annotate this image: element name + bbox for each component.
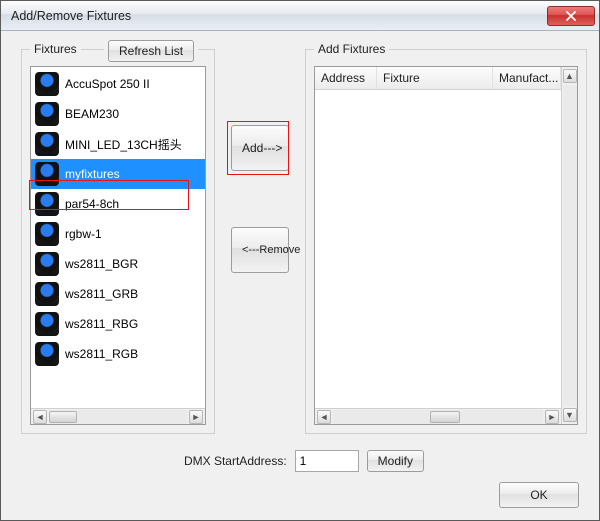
list-item-label: ws2811_RBG [65,317,138,331]
fixture-icon [35,102,59,126]
fixture-icon [35,252,59,276]
fixture-icon [35,162,59,186]
fixture-icon [35,342,59,366]
list-item[interactable]: ws2811_RBG [31,309,205,339]
client-area: Fixtures Refresh List AccuSpot 250 II BEA… [1,31,599,520]
list-item[interactable]: myfixtures [31,159,205,189]
list-item-label: ws2811_RGB [65,347,138,361]
fixtures-hscrollbar[interactable]: ◄ ► [31,408,205,424]
list-item[interactable]: rgbw-1 [31,219,205,249]
list-item-label: par54-8ch [65,197,119,211]
fixture-icon [35,282,59,306]
ok-button[interactable]: OK [499,482,579,508]
fixture-icon [35,312,59,336]
scroll-up-icon[interactable]: ▲ [563,69,577,83]
add-button[interactable]: Add---> [231,125,289,171]
col-manufacturer[interactable]: Manufact... [493,67,561,89]
dmx-label: DMX StartAddress: [184,454,287,468]
fixtures-group: Fixtures Refresh List AccuSpot 250 IIBEA… [21,49,215,434]
list-item[interactable]: ws2811_GRB [31,279,205,309]
close-icon [566,11,576,21]
close-button[interactable] [547,6,595,26]
scroll-right-icon[interactable]: ► [189,410,203,424]
fixtures-group-label: Fixtures [30,42,81,56]
scroll-right-icon[interactable]: ► [545,410,559,424]
list-item[interactable]: par54-8ch [31,189,205,219]
titlebar: Add/Remove Fixtures [1,1,599,31]
fixture-icon [35,72,59,96]
middle-buttons: Add---> <---Remove [223,49,297,434]
list-item-label: rgbw-1 [65,227,102,241]
col-fixture[interactable]: Fixture [377,67,493,89]
table-header: Address Fixture Manufact... [315,67,561,90]
fixture-icon [35,192,59,216]
add-fixtures-hscrollbar[interactable]: ◄ ► [315,408,561,424]
remove-button[interactable]: <---Remove [231,227,289,273]
list-item-label: MINI_LED_13CH摇头 [65,136,182,153]
fixtures-listbox[interactable]: AccuSpot 250 II BEAM230 MINI_LED_13CH摇头myf… [30,66,206,425]
list-item-label: ws2811_BGR [65,257,138,271]
list-item[interactable]: MINI_LED_13CH摇头 [31,129,205,159]
fixture-icon [35,132,59,156]
table-body [315,90,561,408]
refresh-list-button[interactable]: Refresh List [108,40,194,62]
fixture-icon [35,222,59,246]
list-item-label: ws2811_GRB [65,287,138,301]
dmx-start-address-input[interactable] [295,450,359,472]
list-item[interactable]: ws2811_BGR [31,249,205,279]
add-fixtures-vscrollbar[interactable]: ▲ ▼ [561,67,577,424]
list-item-label: myfixtures [65,167,120,181]
add-fixtures-table[interactable]: Address Fixture Manufact... ◄ ► [315,67,561,424]
dialog-window: Add/Remove Fixtures Fixtures Refresh Lis… [0,0,600,521]
list-item[interactable]: ws2811_RGB [31,339,205,369]
window-title: Add/Remove Fixtures [11,9,131,23]
list-item[interactable]: BEAM230 [31,99,205,129]
modify-button[interactable]: Modify [367,450,424,472]
dmx-row: DMX StartAddress: Modify [21,434,587,478]
list-item[interactable]: AccuSpot 250 II [31,69,205,99]
list-item-label: BEAM230 [65,107,119,121]
scroll-down-icon[interactable]: ▼ [563,408,577,422]
col-address[interactable]: Address [315,67,377,89]
scroll-left-icon[interactable]: ◄ [33,410,47,424]
add-fixtures-group: Add Fixtures Address Fixture Manufact...… [305,49,587,434]
add-fixtures-group-label: Add Fixtures [314,42,389,56]
list-item-label: AccuSpot 250 II [65,77,150,91]
scroll-left-icon[interactable]: ◄ [317,410,331,424]
